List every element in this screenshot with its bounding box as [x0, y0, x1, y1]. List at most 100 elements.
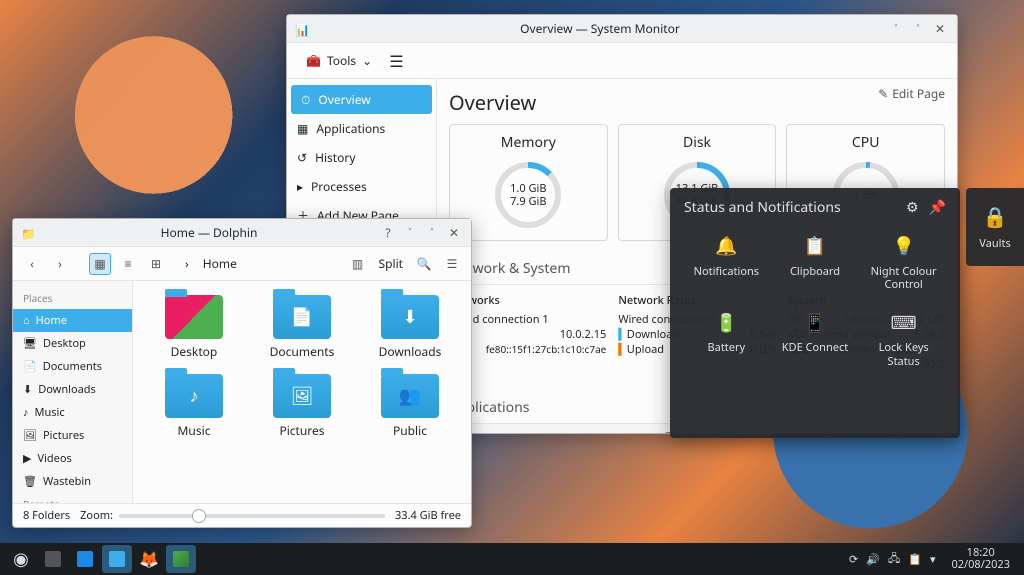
dolphin-window: 📁 Home — Dolphin ? ˅ ˄ ✕ ‹ › ▦ ≡ ⊞ › Hom…	[12, 218, 472, 528]
popup-title: Status and Notifications	[684, 198, 841, 217]
desktop-icon: 🖥	[23, 336, 37, 351]
breadcrumb-separator-icon: ›	[185, 255, 189, 272]
folder-pictures[interactable]: 🖼Pictures	[251, 370, 353, 443]
place-home[interactable]: ⌂Home	[13, 309, 132, 332]
trash-icon: 🗑	[23, 474, 37, 489]
place-documents[interactable]: 📄Documents	[13, 355, 132, 378]
details-view-button[interactable]: ⊞	[145, 253, 167, 275]
search-button[interactable]: 🔍	[413, 253, 435, 275]
music-icon: ♪	[23, 405, 29, 420]
free-space: 33.4 GiB free	[395, 508, 461, 523]
folder-icon: ⬇	[381, 295, 439, 339]
folder-downloads[interactable]: ⬇Downloads	[359, 291, 461, 364]
folder-icon: 🖼	[273, 374, 331, 418]
picture-icon: 🖼	[23, 428, 37, 443]
place-pictures[interactable]: 🖼Pictures	[13, 424, 132, 447]
vault-icon: 🔒	[983, 203, 1008, 230]
compact-view-button[interactable]: ≡	[117, 253, 139, 275]
tray-network-icon[interactable]: 🖧	[888, 550, 900, 569]
home-icon: ⌂	[23, 313, 30, 328]
sysmon-task-icon[interactable]	[166, 545, 196, 573]
toolbox-icon: 🧰	[306, 52, 321, 69]
breadcrumb-home[interactable]: Home	[195, 252, 245, 275]
tray-expand-icon[interactable]: ▾	[930, 552, 936, 567]
sidebar-item-processes[interactable]: ▸Processes	[287, 172, 436, 201]
task-manager-icon[interactable]	[38, 545, 68, 573]
place-desktop[interactable]: 🖥Desktop	[13, 332, 132, 355]
speedometer-icon: ⏱	[301, 91, 310, 108]
icons-view-button[interactable]: ▦	[89, 253, 111, 275]
software-center-icon[interactable]	[70, 545, 100, 573]
download-icon: ⬇	[23, 382, 32, 397]
tray-updates-icon[interactable]: ⟳	[849, 552, 858, 567]
folder-icon: 👥	[381, 374, 439, 418]
folder-music[interactable]: ♪Music	[143, 370, 245, 443]
col-name[interactable]: Name	[449, 424, 658, 433]
minimize-button[interactable]: ˅	[401, 224, 419, 242]
taskbar-clock[interactable]: 18:20 02/08/2023	[943, 547, 1018, 571]
tile-clipboard[interactable]: 📋Clipboard	[773, 229, 858, 297]
forward-button[interactable]: ›	[49, 253, 71, 275]
dolphin-sidebar: Places ⌂Home 🖥Desktop 📄Documents ⬇Downlo…	[13, 281, 133, 503]
configure-icon[interactable]: ⚙	[906, 198, 919, 217]
status-notifications-popup: Status and Notifications ⚙ 📌 🔔Notificati…	[670, 188, 960, 438]
zoom-slider[interactable]	[119, 514, 385, 518]
places-heading: Places	[13, 287, 132, 309]
dolphin-app-icon: 📁	[21, 225, 37, 241]
keyboard-icon: ⌨	[892, 311, 916, 335]
folder-icon: 📄	[273, 295, 331, 339]
pencil-icon: ✎	[878, 85, 888, 102]
folder-desktop[interactable]: Desktop	[143, 291, 245, 364]
dolphin-titlebar[interactable]: 📁 Home — Dolphin ? ˅ ˄ ✕	[13, 219, 471, 247]
tile-battery[interactable]: 🔋Battery	[684, 305, 769, 373]
close-button[interactable]: ✕	[931, 20, 949, 38]
bell-icon: 🔔	[714, 235, 738, 259]
minimize-button[interactable]: ˅	[887, 20, 905, 38]
tile-notifications[interactable]: 🔔Notifications	[684, 229, 769, 297]
sysmon-title: Overview — System Monitor	[317, 20, 883, 37]
folder-documents[interactable]: 📄Documents	[251, 291, 353, 364]
lightbulb-icon: 💡	[892, 235, 916, 259]
vaults-panel[interactable]: 🔒 Vaults	[966, 188, 1024, 266]
folder-icon: ♪	[165, 374, 223, 418]
sidebar-item-history[interactable]: ↺History	[287, 143, 436, 172]
history-icon: ↺	[297, 149, 307, 166]
close-button[interactable]: ✕	[445, 224, 463, 242]
chevron-down-icon: ⌄	[362, 52, 372, 69]
place-downloads[interactable]: ⬇Downloads	[13, 378, 132, 401]
app-launcher-button[interactable]: ◉	[6, 545, 36, 573]
back-button[interactable]: ‹	[21, 253, 43, 275]
tile-kde-connect[interactable]: 📱KDE Connect	[773, 305, 858, 373]
hamburger-menu-button[interactable]: ☰	[381, 46, 411, 76]
pin-icon[interactable]: 📌	[929, 198, 946, 217]
processes-icon: ▸	[297, 178, 303, 195]
sidebar-item-overview[interactable]: ⏱Overview	[291, 85, 432, 114]
split-button[interactable]: ▥	[347, 253, 369, 275]
clipboard-icon: 📋	[803, 235, 827, 259]
tray-volume-icon[interactable]: 🔊	[866, 552, 880, 567]
taskbar: ◉ 🦊 ⟳ 🔊 🖧 📋 ▾ 18:20 02/08/2023	[0, 543, 1024, 575]
tray-clipboard-icon[interactable]: 📋	[908, 552, 922, 567]
remote-heading: Remote	[13, 493, 132, 503]
sidebar-item-applications[interactable]: ▦Applications	[287, 114, 436, 143]
maximize-button[interactable]: ˄	[423, 224, 441, 242]
hamburger-menu-button[interactable]: ☰	[441, 253, 463, 275]
tile-lock-keys[interactable]: ⌨Lock Keys Status	[861, 305, 946, 373]
folder-public[interactable]: 👥Public	[359, 370, 461, 443]
folder-icon	[165, 295, 223, 339]
edit-page-button[interactable]: ✎Edit Page	[878, 85, 945, 102]
help-button[interactable]: ?	[379, 224, 397, 242]
firefox-task-icon[interactable]: 🦊	[134, 545, 164, 573]
folder-count: 8 Folders	[23, 508, 70, 523]
place-wastebin[interactable]: 🗑Wastebin	[13, 470, 132, 493]
dolphin-task-icon[interactable]	[102, 545, 132, 573]
tools-menu-button[interactable]: 🧰 Tools ⌄	[297, 47, 381, 74]
video-icon: ▶	[23, 451, 31, 466]
place-music[interactable]: ♪Music	[13, 401, 132, 424]
grid-icon: ▦	[297, 120, 308, 137]
place-videos[interactable]: ▶Videos	[13, 447, 132, 470]
tile-night-colour[interactable]: 💡Night Colour Control	[861, 229, 946, 297]
sysmon-app-icon: 📊	[295, 21, 311, 37]
maximize-button[interactable]: ˄	[909, 20, 927, 38]
sysmon-titlebar[interactable]: 📊 Overview — System Monitor ˅ ˄ ✕	[287, 15, 957, 43]
